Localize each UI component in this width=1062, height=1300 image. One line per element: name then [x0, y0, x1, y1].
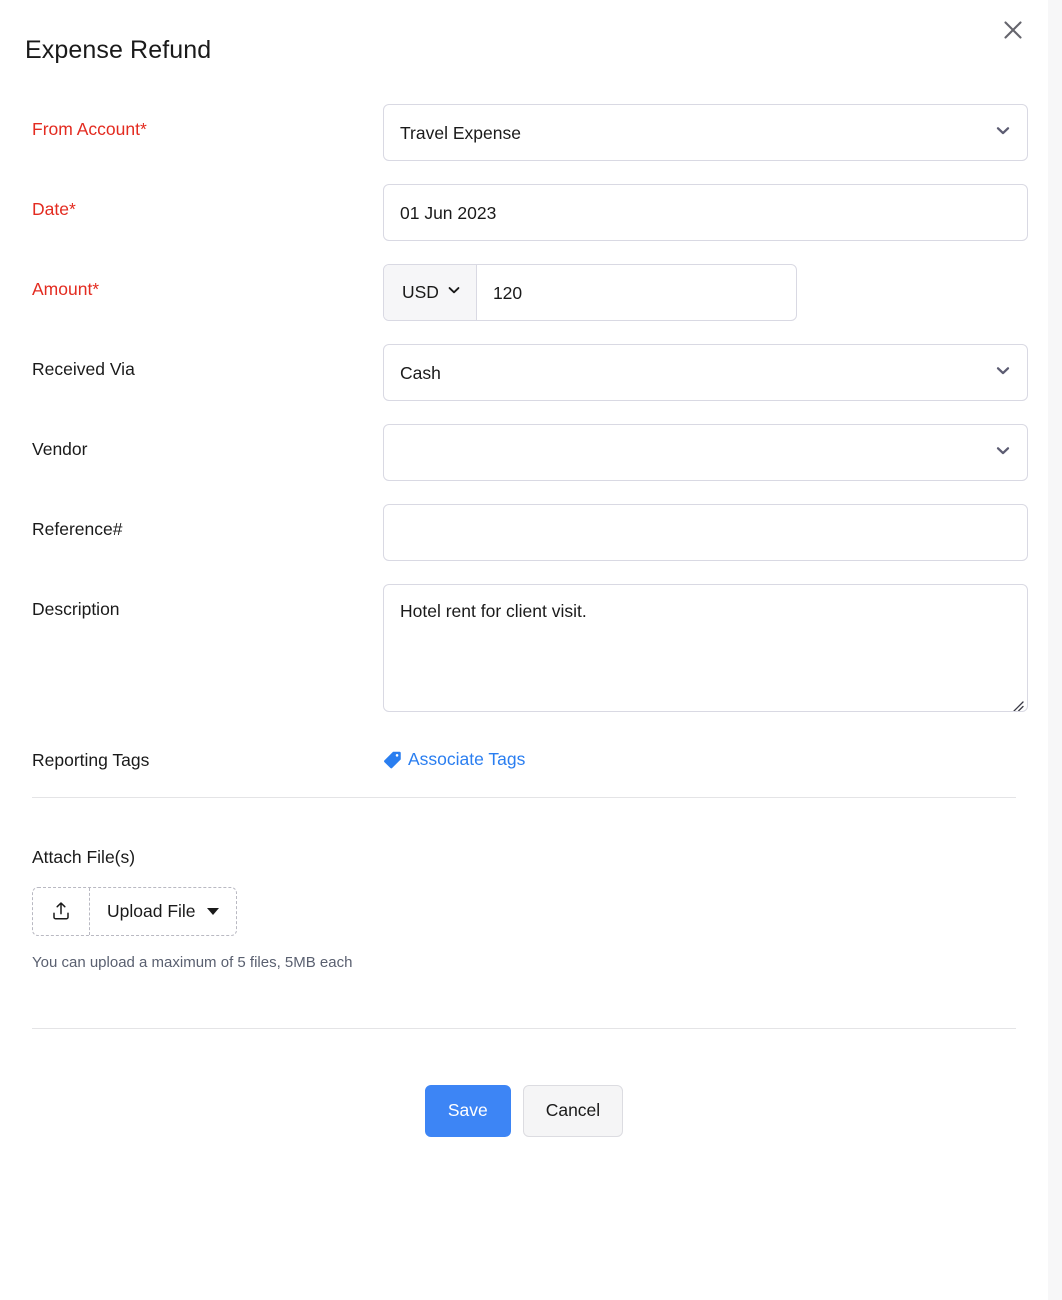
dialog-footer: Save Cancel: [0, 1029, 1048, 1137]
amount-label: Amount*: [32, 279, 100, 299]
vendor-label: Vendor: [32, 439, 88, 459]
expense-refund-form: From Account* Travel Expense Date* 01 Ju…: [0, 104, 1048, 774]
upload-icon[interactable]: [33, 887, 90, 935]
description-label: Description: [32, 599, 120, 619]
cancel-button[interactable]: Cancel: [522, 1084, 624, 1137]
chevron-down-icon: [446, 282, 462, 303]
upload-file-dropdown[interactable]: Upload File: [90, 888, 236, 935]
field-row-description: Description Hotel rent for client visit.: [32, 584, 1028, 712]
amount-value: 120: [492, 282, 523, 303]
date-value: 01 Jun 2023: [400, 202, 497, 223]
page-edge-strip: [1048, 0, 1062, 1300]
field-row-date: Date* 01 Jun 2023: [32, 184, 1028, 241]
save-button[interactable]: Save: [424, 1084, 511, 1137]
vendor-select[interactable]: [383, 424, 1028, 481]
field-row-amount: Amount* USD 120: [32, 264, 1016, 321]
field-row-vendor: Vendor: [32, 424, 1028, 481]
associate-tags-label: Associate Tags: [408, 749, 526, 769]
upload-file-button[interactable]: Upload File: [32, 886, 237, 936]
description-value: Hotel rent for client visit.: [400, 601, 587, 621]
field-row-from-account: From Account* Travel Expense: [32, 104, 1028, 161]
attach-files-label: Attach File(s): [32, 846, 136, 867]
close-icon[interactable]: [996, 13, 1030, 47]
received-via-select[interactable]: Cash: [383, 344, 1028, 401]
caret-down-icon: [206, 907, 219, 915]
received-via-label: Received Via: [32, 359, 135, 379]
field-row-received-via: Received Via Cash: [32, 344, 1028, 401]
expense-refund-dialog: Expense Refund From Account* Travel Expe…: [0, 0, 1048, 1300]
from-account-select[interactable]: Travel Expense: [383, 104, 1028, 161]
dialog-header: Expense Refund: [0, 0, 1048, 104]
upload-hint-text: You can upload a maximum of 5 files, 5MB…: [32, 953, 353, 971]
chevron-down-icon: [994, 121, 1012, 144]
field-row-reporting-tags: Reporting Tags Associate Tags: [32, 735, 1016, 774]
upload-file-label: Upload File: [107, 900, 196, 921]
amount-field-group: USD 120: [383, 264, 797, 321]
from-account-label: From Account*: [32, 119, 147, 139]
reporting-tags-label: Reporting Tags: [32, 750, 150, 770]
associate-tags-link[interactable]: Associate Tags: [383, 747, 525, 771]
date-input[interactable]: 01 Jun 2023: [383, 184, 1028, 241]
page-title: Expense Refund: [25, 36, 212, 64]
description-textarea[interactable]: Hotel rent for client visit.: [383, 584, 1028, 712]
currency-value: USD: [402, 282, 439, 302]
field-row-reference: Reference#: [32, 504, 1028, 561]
resize-handle-icon[interactable]: [1010, 694, 1024, 711]
reference-label: Reference#: [32, 519, 123, 539]
amount-input[interactable]: 120: [477, 265, 796, 320]
reference-input[interactable]: [383, 504, 1028, 561]
currency-select[interactable]: USD: [384, 265, 477, 320]
date-label: Date*: [32, 199, 76, 219]
chevron-down-icon: [994, 361, 1012, 384]
chevron-down-icon: [994, 441, 1012, 464]
received-via-value: Cash: [400, 362, 441, 383]
attachments-section: Attach File(s) Upload File You can uploa…: [0, 798, 1048, 973]
from-account-value: Travel Expense: [400, 122, 521, 143]
tag-icon: [383, 750, 402, 769]
